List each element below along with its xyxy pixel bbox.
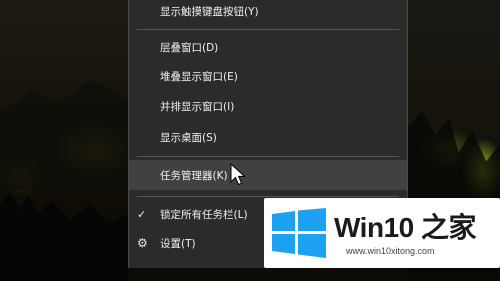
win10-home-logo: Win10 之家 www.win10xitong.com — [264, 198, 500, 268]
menu-item-cascade-windows[interactable]: 层叠窗口(D) — [129, 33, 407, 61]
menu-separator — [137, 156, 399, 157]
menu-item-label: 并排显示窗口(I) — [160, 100, 235, 113]
menu-item-label: 堆叠显示窗口(E) — [160, 70, 238, 83]
menu-item-label: 层叠窗口(D) — [160, 41, 219, 54]
menu-item-label: 任务管理器(K) — [160, 169, 228, 182]
check-icon: ✓ — [137, 207, 147, 221]
menu-item-side-by-side-windows[interactable]: 并排显示窗口(I) — [129, 92, 407, 120]
gear-icon: ⚙ — [137, 236, 148, 250]
menu-item-label: 设置(T) — [160, 237, 196, 250]
mouse-cursor-icon — [230, 163, 246, 186]
menu-item-label: 显示触摸键盘按钮(Y) — [160, 5, 259, 18]
menu-item-label: 锁定所有任务栏(L) — [160, 208, 248, 221]
menu-separator — [137, 196, 399, 197]
menu-item-label: 显示桌面(S) — [160, 131, 217, 144]
menu-item-task-manager[interactable]: 任务管理器(K) — [129, 160, 407, 190]
logo-url: www.win10xitong.com — [346, 246, 435, 256]
menu-item-show-desktop[interactable]: 显示桌面(S) — [129, 123, 407, 151]
menu-separator — [137, 29, 399, 30]
menu-item-show-touch-keyboard[interactable]: 显示触摸键盘按钮(Y) — [129, 0, 407, 25]
logo-title: Win10 之家 — [334, 212, 477, 243]
windows-logo-icon — [272, 208, 326, 258]
menu-item-stack-windows[interactable]: 堆叠显示窗口(E) — [129, 62, 407, 90]
